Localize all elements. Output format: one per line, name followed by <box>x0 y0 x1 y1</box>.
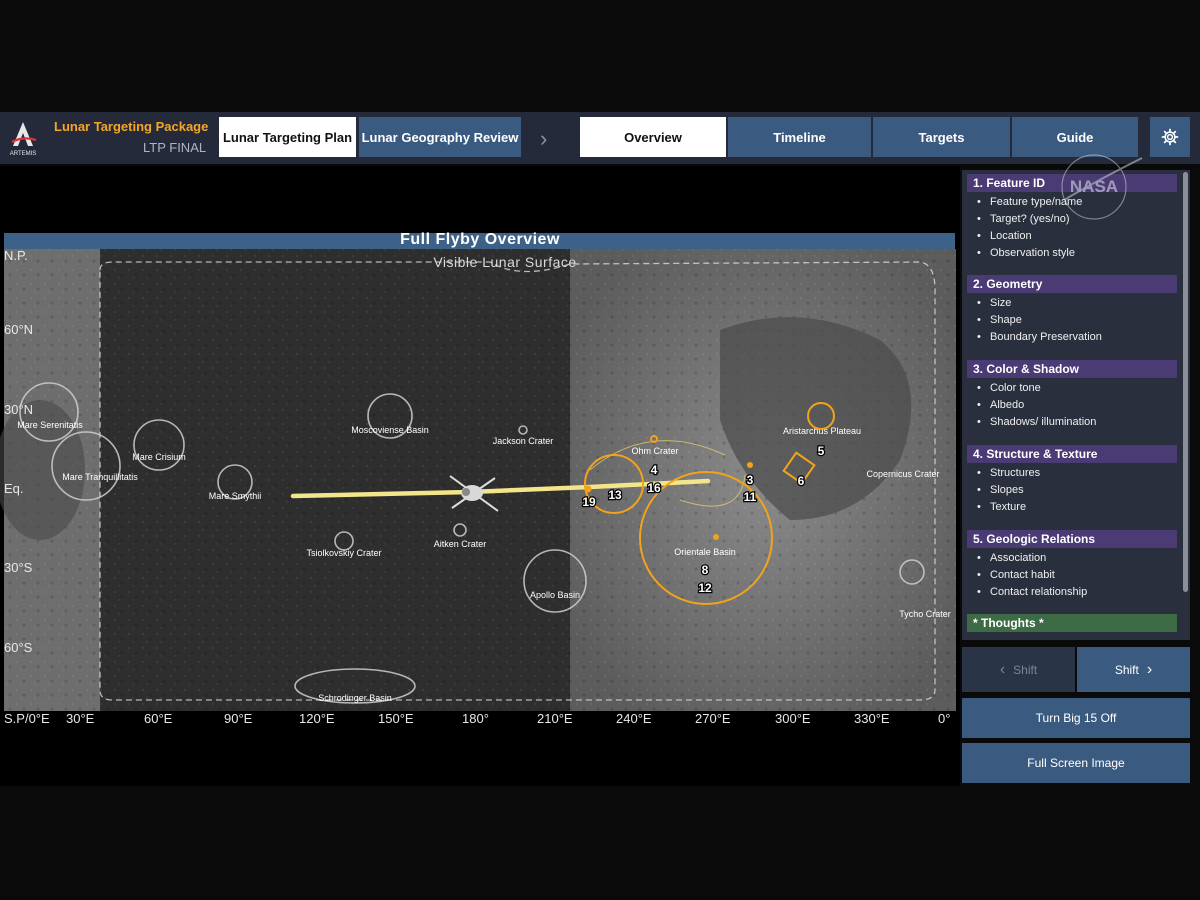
target-label-16: 16 <box>647 481 661 495</box>
checklist-item: Contact relationship <box>977 586 1087 598</box>
checklist-item: Location <box>977 230 1031 242</box>
shift-next-button[interactable]: Shift › <box>1077 647 1190 692</box>
checklist-item: Texture <box>977 501 1026 513</box>
label-moscoviense-basin: Moscoviense Basin <box>351 425 429 435</box>
section-header-thoughts: * Thoughts * <box>967 614 1177 632</box>
chevron-left-icon: ‹ <box>999 660 1006 678</box>
checklist-item: Albedo <box>977 399 1024 411</box>
checklist-scrollbar[interactable] <box>1183 172 1188 592</box>
target-label-13: 13 <box>608 488 622 502</box>
label-copernicus-crater: Copernicus Crater <box>866 469 939 479</box>
label-orientale-basin: Orientale Basin <box>674 547 736 557</box>
map-title: Full Flyby Overview <box>400 231 560 248</box>
checklist-item: Size <box>977 297 1012 309</box>
lat-label-30n: 30°N <box>4 402 34 417</box>
lon-label: 240°E <box>616 711 652 726</box>
lon-label: 30°E <box>66 711 95 726</box>
lon-label: 60°E <box>144 711 173 726</box>
lat-label-eq: Eq. <box>4 481 24 496</box>
section-header: 5. Geologic Relations <box>967 530 1177 548</box>
lat-label-30s: 30°S <box>4 560 33 575</box>
checklist-item: Slopes <box>977 484 1024 496</box>
lat-label-60s: 60°S <box>4 640 33 655</box>
lon-label: 180° <box>462 711 489 726</box>
label-schrodinger-basin: Schrodinger Basin <box>318 693 392 703</box>
lon-label: 330°E <box>854 711 890 726</box>
lat-label-np: N.P. <box>4 248 28 263</box>
chevron-right-icon: › <box>1146 660 1153 678</box>
nasa-logo: NASA <box>1061 154 1143 220</box>
target-label-8: 8 <box>702 563 709 577</box>
checklist-item: Structures <box>977 467 1040 479</box>
label-mare-serenitatis: Mare Serenitatis <box>17 420 83 430</box>
lon-label: S.P/0°E <box>4 711 50 726</box>
lon-label: 150°E <box>378 711 414 726</box>
section-header: 4. Structure & Texture <box>967 445 1177 463</box>
map-subtitle: Visible Lunar Surface <box>433 254 577 270</box>
checklist-item: Color tone <box>977 382 1041 394</box>
lon-label: 0° <box>938 711 951 726</box>
target-label-12: 12 <box>698 581 712 595</box>
checklist-item: Shape <box>977 314 1022 326</box>
target-label-4: 4 <box>651 463 658 477</box>
lon-label: 90°E <box>224 711 253 726</box>
gear-icon <box>1161 128 1179 146</box>
section-header: 3. Color & Shadow <box>967 360 1177 378</box>
target-label-19: 19 <box>582 495 596 509</box>
settings-button[interactable] <box>1150 117 1190 157</box>
label-ohm-crater: Ohm Crater <box>631 446 678 456</box>
lat-label-60n: 60°N <box>4 322 34 337</box>
checklist-item: Boundary Preservation <box>977 331 1102 343</box>
label-apollo-basin: Apollo Basin <box>530 590 580 600</box>
target-label-5: 5 <box>818 444 825 458</box>
checklist-item: Shadows/ illumination <box>977 416 1096 428</box>
checklist-panel[interactable]: 1. Feature ID Feature type/name Target? … <box>962 170 1190 640</box>
label-mare-tranquillitatis: Mare Tranquillitatis <box>62 472 138 482</box>
label-tsiolkovskiy-crater: Tsiolkovskiy Crater <box>306 548 381 558</box>
label-mare-crisium: Mare Crisium <box>132 452 186 462</box>
checklist-item: Association <box>977 552 1046 564</box>
turn-big-15-off-button[interactable]: Turn Big 15 Off <box>962 698 1190 738</box>
shift-previous-button[interactable]: ‹ Shift <box>962 647 1075 692</box>
lon-label: 300°E <box>775 711 811 726</box>
label-jackson-crater: Jackson Crater <box>493 436 554 446</box>
lunar-map[interactable]: Mare Serenitatis Mare Crisium Mare Tranq… <box>0 0 960 790</box>
label-tycho-crater: Tycho Crater <box>899 609 951 619</box>
target-label-11: 11 <box>744 490 757 504</box>
label-mare-smythii: Mare Smythii <box>209 491 262 501</box>
lon-label: 210°E <box>537 711 573 726</box>
label-aristarchus-plateau: Aristarchus Plateau <box>783 426 861 436</box>
full-screen-image-button[interactable]: Full Screen Image <box>962 743 1190 783</box>
target-label-3: 3 <box>747 473 754 487</box>
lon-label: 270°E <box>695 711 731 726</box>
section-header: 2. Geometry <box>967 275 1177 293</box>
checklist-item: Observation style <box>977 247 1075 259</box>
target-label-6: 6 <box>798 474 805 488</box>
nasa-logo-text: NASA <box>1070 177 1118 196</box>
label-aitken-crater: Aitken Crater <box>434 539 487 549</box>
checklist-item: Contact habit <box>977 569 1055 581</box>
lon-label: 120°E <box>299 711 335 726</box>
